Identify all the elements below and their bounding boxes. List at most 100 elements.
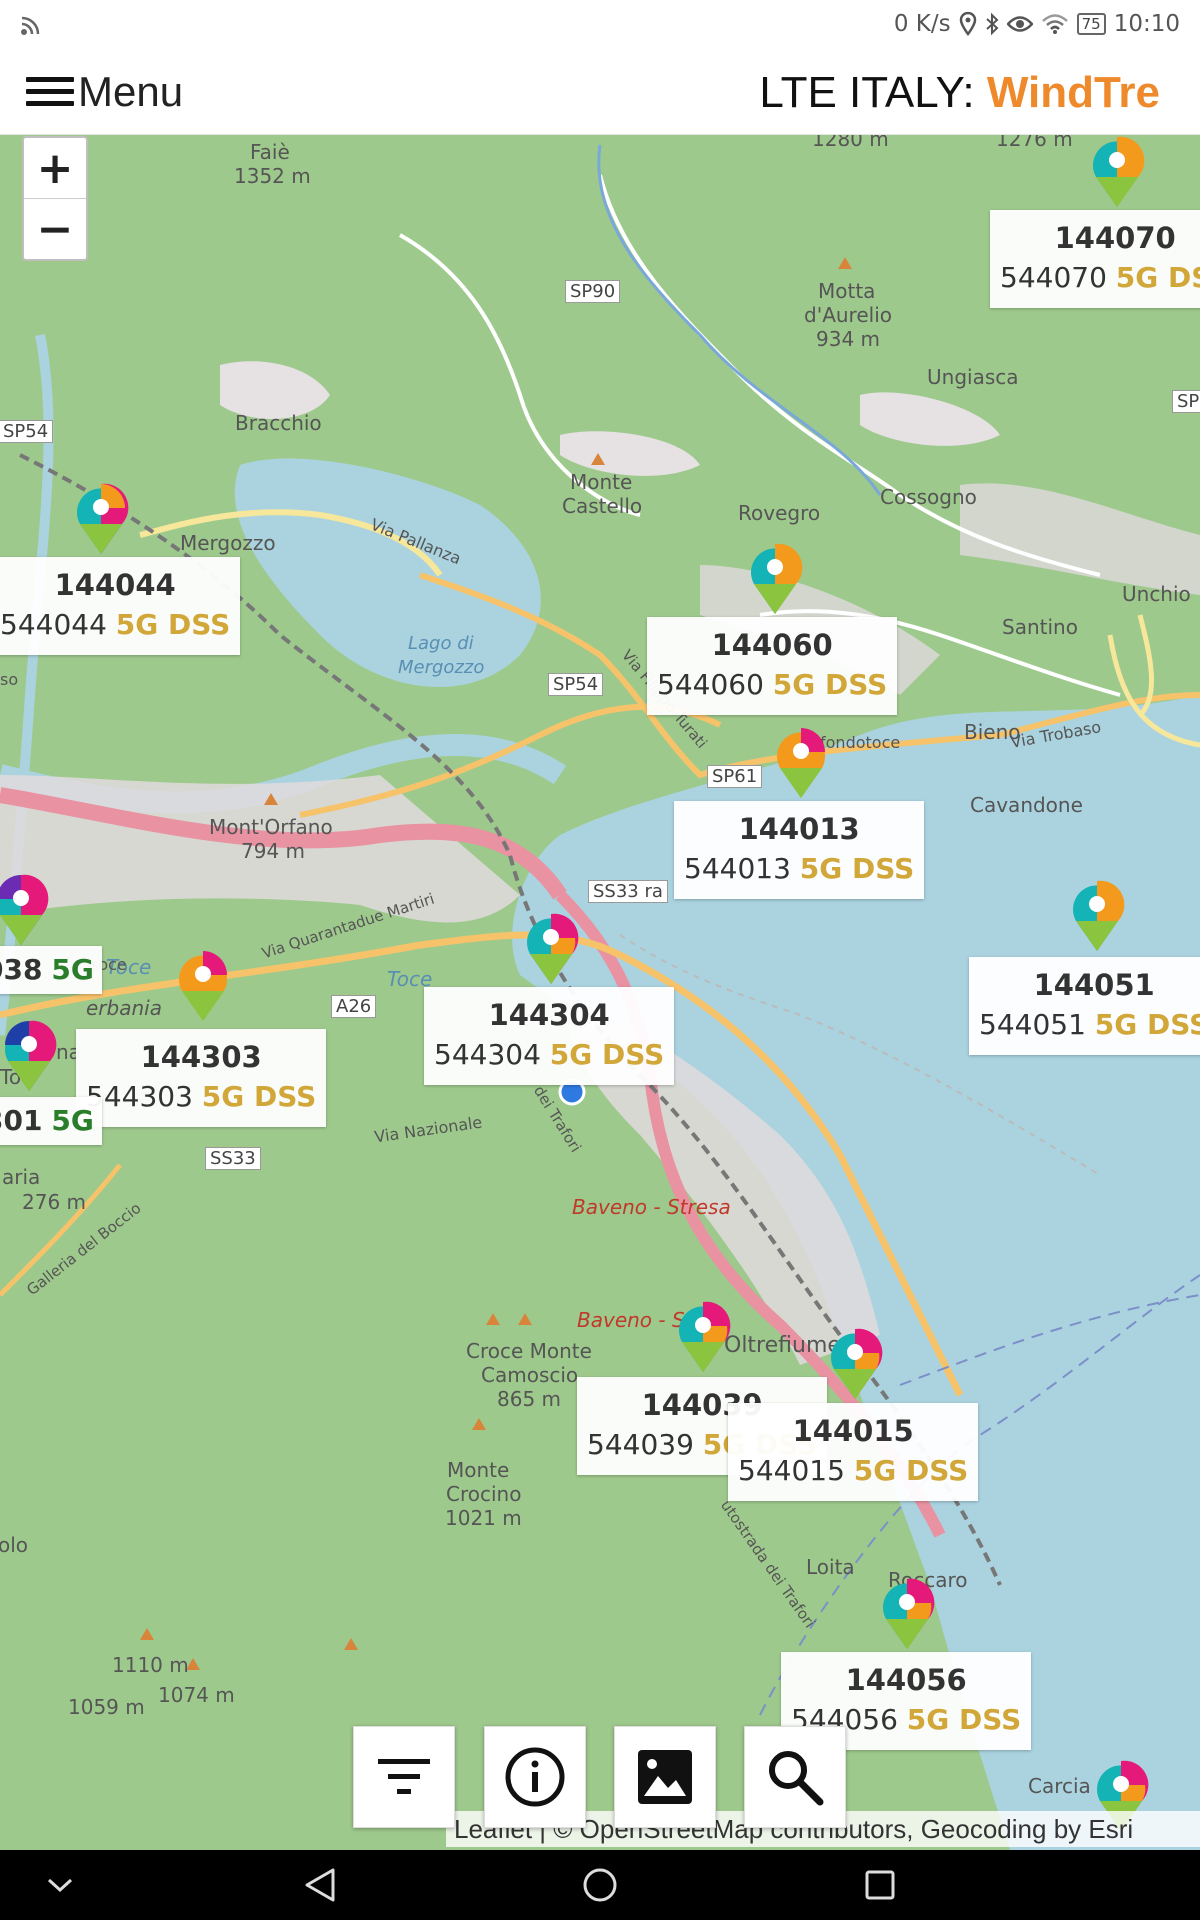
map-label: 1280 m [812,135,889,151]
map-label: d'Aurelio [804,303,892,327]
zoom-in-button[interactable]: + [24,138,86,198]
nav-recents-button[interactable] [840,1850,920,1920]
site-id: 144070 [1054,221,1176,255]
site-marker[interactable] [0,871,50,946]
nav-hide-button[interactable] [20,1850,100,1920]
menu-button[interactable]: Menu [26,64,183,120]
site-id: 144015 [792,1414,914,1448]
site-tech: 5G DSS [115,608,231,641]
map-label: Unchio [1122,582,1191,606]
site-marker[interactable] [174,947,232,1022]
site-marker[interactable] [0,1017,58,1092]
nav-home-button[interactable] [560,1850,640,1920]
map-label: Bracchio [235,411,322,435]
hamburger-icon [26,75,74,109]
site-code: 544304 [434,1038,541,1071]
map-label: 934 m [816,327,881,351]
map-label: Oltrefiume [724,1333,841,1358]
site-code: 544303 [86,1080,193,1113]
search-button[interactable] [744,1726,846,1828]
map-label: Camoscio [481,1363,579,1387]
map-label: Rovegro [738,501,821,525]
title-brand: WindTre [986,68,1160,117]
site-card[interactable]: 144304 544304 5G DSS [424,987,675,1085]
map-layer-button[interactable] [614,1726,716,1828]
site-marker[interactable] [522,910,580,985]
site-marker[interactable] [1068,877,1126,952]
site-id: 144303 [140,1040,262,1074]
map-label: Motta [818,279,876,303]
nav-back-button[interactable] [280,1850,360,1920]
site-marker[interactable] [72,480,130,555]
map-label: so [0,670,19,689]
map-label: Monte [570,470,633,494]
map-label: Carcia [1028,1774,1091,1798]
site-code: 544060 [657,668,764,701]
wifi-icon [1041,14,1068,34]
map-label-road: SP54 [0,420,54,443]
info-button[interactable] [484,1726,586,1828]
site-tech: 5G DSS [549,1038,665,1071]
site-marker[interactable] [826,1325,884,1400]
map-label: erbania [86,996,162,1020]
site-id: 144304 [488,998,610,1032]
info-icon [505,1747,565,1807]
site-code: 544039 [587,1428,694,1461]
map-label: Mont'Orfano [209,815,333,839]
recents-square-icon [865,1870,895,1900]
site-card[interactable]: 144013 544013 5G DSS [674,801,925,899]
site-marker[interactable] [772,724,830,799]
status-right: 0 K/s 75 10:10 [894,11,1180,37]
filter-icon [378,1759,430,1794]
clock: 10:10 [1113,11,1180,37]
map-label-road: SP90 [565,280,621,303]
map-label: 1059 m [68,1695,145,1719]
site-card-partial[interactable]: 038 5G [0,946,102,994]
site-tech: 5G DSS [1115,261,1200,294]
map-label: fondotoce [820,733,901,752]
site-card[interactable]: 144051 544051 5G DSS [969,957,1200,1055]
map-label: 1074 m [158,1683,235,1707]
location-icon [959,12,976,36]
map-view[interactable]: Faiè 1352 m 1280 m 1276 m SP90 Motta d'A… [0,135,1200,1850]
site-tech: 5G DSS [799,852,915,885]
site-tech: 5G [51,953,94,986]
site-tech: 5G DSS [853,1454,969,1487]
site-code: 544051 [979,1008,1086,1041]
site-marker[interactable] [746,540,804,615]
site-marker[interactable] [878,1575,936,1650]
site-marker[interactable] [1088,135,1146,208]
map-label: olo [0,1533,29,1557]
map-label-road: SP54 [548,673,604,696]
map-label-road: SS33 [205,1147,261,1170]
site-code: 544044 [0,608,107,641]
bluetooth-icon [985,12,999,36]
filter-button[interactable] [353,1726,455,1828]
home-circle-icon [583,1868,617,1902]
site-code: 544070 [1000,261,1107,294]
site-code: 038 [0,953,43,986]
image-icon [638,1750,692,1804]
site-tech: 5G [51,1104,94,1137]
map-label: Croce Monte [466,1339,592,1363]
search-icon [769,1751,824,1806]
site-card-partial[interactable]: 301 5G [0,1097,102,1145]
site-card[interactable]: 144015 544015 5G DSS [728,1403,979,1501]
site-id: 144056 [845,1663,967,1697]
site-card[interactable]: 144044 544044 5G DSS [0,557,241,655]
map-label: Mergozzo [180,531,276,555]
site-id: 144044 [54,568,176,602]
map-label: Loita [806,1555,855,1579]
zoom-out-button[interactable]: − [24,198,86,259]
site-marker[interactable] [674,1298,732,1373]
map-label: 1021 m [445,1506,522,1530]
cast-icon [21,16,40,35]
map-label-lake: Lago di [408,633,474,654]
site-card[interactable]: 144060 544060 5G DSS [647,617,898,715]
map-label-road: A26 [331,995,377,1018]
site-code: 544015 [738,1454,845,1487]
menu-label: Menu [78,68,184,115]
site-card[interactable]: 144303 544303 5G DSS [76,1029,327,1127]
site-card[interactable]: 144070 544070 5G DSS [990,210,1200,308]
site-code: 301 [0,1104,43,1137]
